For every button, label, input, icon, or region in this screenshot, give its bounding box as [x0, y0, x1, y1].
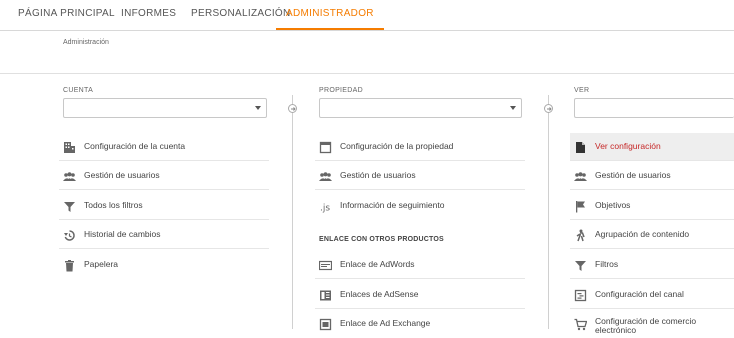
adexchange-link-item[interactable]: Enlace de Ad Exchange — [315, 310, 525, 338]
document-icon — [576, 142, 585, 153]
column-title-propiedad: PROPIEDAD — [319, 87, 363, 94]
breadcrumb: Administración — [63, 39, 109, 46]
users-icon — [574, 172, 587, 181]
tracking-info-label: Información de seguimiento — [340, 200, 445, 210]
adexchange-icon — [319, 318, 332, 331]
content-grouping-item[interactable]: Agrupación de contenido — [570, 221, 734, 249]
tab-pagina-principal[interactable]: PÁGINA PRINCIPAL — [18, 0, 115, 28]
adsense-link-label: Enlaces de AdSense — [340, 289, 419, 299]
property-user-management-item[interactable]: Gestión de usuarios — [315, 162, 525, 190]
ecommerce-settings-item[interactable]: Configuración de comercio electrónico — [570, 310, 734, 338]
flag-icon — [576, 201, 585, 213]
adwords-icon — [319, 260, 332, 271]
header-divider — [0, 73, 734, 74]
chevron-down-icon — [510, 106, 516, 110]
content-grouping-label: Agrupación de contenido — [595, 229, 690, 239]
adexchange-link-label: Enlace de Ad Exchange — [340, 318, 431, 328]
view-settings-item[interactable]: Ver configuración — [570, 133, 734, 161]
tracking-info-item[interactable]: .js Información de seguimiento — [315, 192, 525, 220]
js-icon: .js — [320, 204, 330, 214]
filter-icon — [575, 261, 586, 271]
view-user-management-label: Gestión de usuarios — [595, 170, 671, 180]
column-title-cuenta: CUENTA — [63, 87, 94, 94]
channel-icon — [574, 289, 587, 302]
users-icon — [63, 172, 76, 181]
filter-icon — [64, 202, 75, 212]
all-filters-item[interactable]: Todos los filtros — [59, 192, 269, 220]
all-filters-label: Todos los filtros — [84, 200, 143, 210]
chevron-down-icon — [255, 106, 261, 110]
property-select[interactable] — [319, 98, 522, 118]
goals-label: Objetivos — [595, 200, 631, 210]
cart-icon — [574, 318, 587, 331]
adsense-link-item[interactable]: Enlaces de AdSense — [315, 281, 525, 309]
product-linking-section-title: ENLACE CON OTROS PRODUCTOS — [319, 236, 444, 243]
column-separator — [292, 95, 293, 329]
ecommerce-settings-label: Configuración de comercio electrónico — [595, 316, 697, 335]
account-user-management-label: Gestión de usuarios — [84, 170, 160, 180]
property-user-management-label: Gestión de usuarios — [340, 170, 416, 180]
tab-administrador[interactable]: ADMINISTRADOR — [276, 0, 384, 30]
history-icon — [64, 230, 75, 241]
channel-settings-item[interactable]: Configuración del canal — [570, 281, 734, 309]
column-title-ver: VER — [574, 87, 590, 94]
view-settings-label: Ver configuración — [595, 141, 661, 151]
arrow-right-icon — [288, 104, 297, 113]
change-history-label: Historial de cambios — [84, 229, 161, 239]
adsense-icon — [320, 290, 331, 301]
building-icon — [64, 142, 75, 153]
property-settings-item[interactable]: Configuración de la propiedad — [315, 133, 525, 161]
column-separator — [548, 95, 549, 329]
adwords-link-label: Enlace de AdWords — [340, 259, 415, 269]
svg-text:.js: .js — [320, 204, 330, 214]
channel-settings-label: Configuración del canal — [595, 289, 684, 299]
view-filters-label: Filtros — [595, 259, 619, 269]
property-settings-label: Configuración de la propiedad — [340, 141, 454, 151]
adwords-link-item[interactable]: Enlace de AdWords — [315, 251, 525, 279]
change-history-item[interactable]: Historial de cambios — [59, 221, 269, 249]
view-select[interactable] — [574, 98, 734, 118]
account-settings-item[interactable]: Configuración de la cuenta — [59, 133, 269, 161]
trash-item[interactable]: Papelera — [59, 251, 269, 279]
view-filters-item[interactable]: Filtros — [570, 251, 734, 279]
person-walk-icon — [576, 229, 585, 242]
tab-informes[interactable]: INFORMES — [121, 0, 176, 28]
window-icon — [319, 141, 332, 154]
view-user-management-item[interactable]: Gestión de usuarios — [570, 162, 734, 190]
account-user-management-item[interactable]: Gestión de usuarios — [59, 162, 269, 190]
top-navigation: PÁGINA PRINCIPAL INFORMES PERSONALIZACIÓ… — [0, 0, 734, 31]
trash-icon — [65, 260, 74, 272]
arrow-right-icon — [544, 104, 553, 113]
trash-label: Papelera — [84, 259, 119, 269]
account-settings-label: Configuración de la cuenta — [84, 141, 186, 151]
goals-item[interactable]: Objetivos — [570, 192, 734, 220]
users-icon — [319, 172, 332, 181]
account-select[interactable] — [63, 98, 267, 118]
